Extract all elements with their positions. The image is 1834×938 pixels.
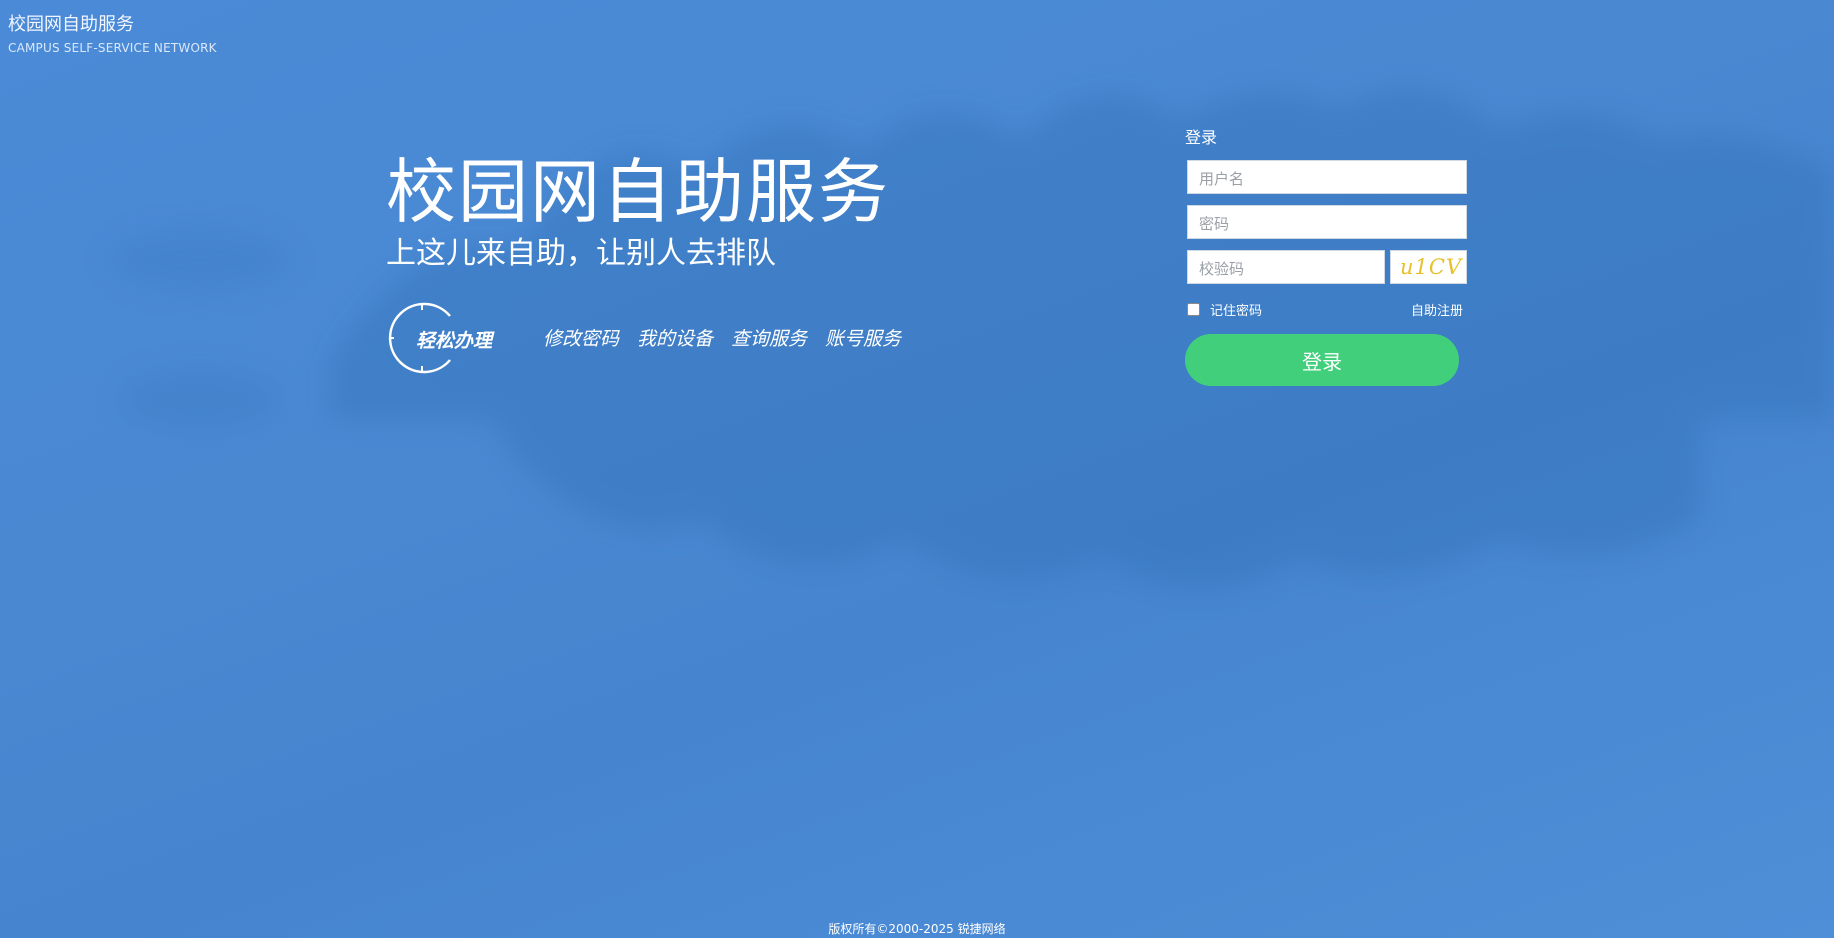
hero: 校园网自助服务 上这儿来自助，让别人去排队 (386, 152, 890, 272)
quick-badge: 轻松办理 (388, 302, 492, 374)
self-register-link[interactable]: 自助注册 (1411, 300, 1463, 319)
remember-password[interactable]: 记住密码 (1187, 300, 1262, 319)
remember-checkbox[interactable] (1187, 303, 1200, 316)
quick-badge-label: 轻松办理 (416, 330, 493, 352)
link-my-devices[interactable]: 我的设备 (637, 324, 713, 351)
login-panel: 登录 u1CV 记住密码 自助注册 登录 (1185, 128, 1467, 386)
password-input[interactable] (1187, 205, 1467, 239)
login-title: 登录 (1185, 128, 1218, 147)
login-button[interactable]: 登录 (1185, 334, 1459, 386)
brand-subtitle: CAMPUS SELF-SERVICE NETWORK (8, 41, 217, 55)
username-input[interactable] (1187, 160, 1467, 194)
link-query-service[interactable]: 查询服务 (731, 324, 807, 351)
footer-copyright: 版权所有©2000-2025 锐捷网络 (828, 922, 1006, 936)
login-options: 记住密码 自助注册 (1185, 300, 1467, 320)
remember-label: 记住密码 (1210, 304, 1263, 319)
brand: 校园网自助服务 CAMPUS SELF-SERVICE NETWORK (8, 14, 217, 56)
quick-links-bar: 轻松办理 修改密码 我的设备 查询服务 账号服务 (388, 300, 928, 376)
captcha-input[interactable] (1187, 250, 1385, 284)
forest-background (110, 89, 1834, 590)
hero-title: 校园网自助服务 (386, 151, 890, 233)
brand-title: 校园网自助服务 (8, 14, 134, 35)
link-change-password[interactable]: 修改密码 (543, 324, 619, 351)
captcha-image[interactable]: u1CV (1390, 250, 1467, 284)
captcha-row: u1CV (1185, 250, 1467, 284)
hero-slogan: 上这儿来自助，让别人去排队 (386, 236, 776, 271)
link-account-service[interactable]: 账号服务 (825, 324, 901, 351)
